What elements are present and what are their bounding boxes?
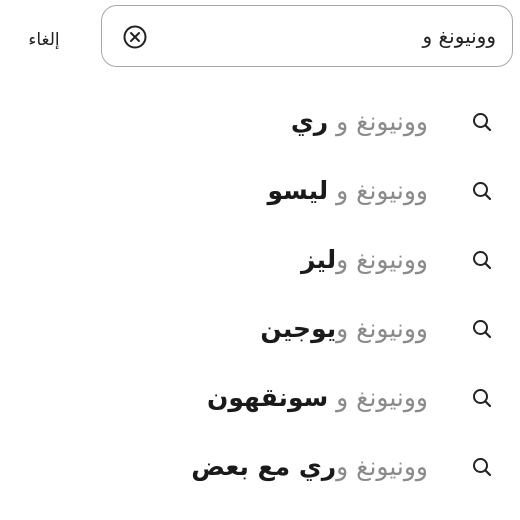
suggestion-prefix: وونيونغ و (336, 314, 428, 343)
suggestion-completion: ري (290, 107, 329, 136)
suggestion-text: وونيونغ و ليسو (267, 171, 428, 211)
suggestion-prefix: وونيونغ و (328, 383, 428, 412)
search-box[interactable] (101, 5, 513, 67)
suggestion-text: وونيونغ ويوجين (260, 309, 428, 349)
search-icon (470, 455, 494, 479)
suggestion-prefix: وونيونغ و (328, 176, 428, 205)
search-header: إلغاء (0, 0, 520, 82)
search-icon (470, 179, 494, 203)
suggestion-text: وونيونغ و سونقهون (207, 378, 428, 418)
suggestion-text: وونيونغ و ري (291, 102, 428, 142)
suggestion-completion: ري مع بعض (191, 452, 337, 481)
search-icon (470, 386, 494, 410)
suggestion-text: وونيونغ وليز (301, 240, 428, 280)
suggestion-item[interactable]: وونيونغ و ليسو (0, 157, 520, 226)
search-input[interactable] (166, 16, 496, 56)
suggestion-item[interactable]: وونيونغ و سونقهون (0, 364, 520, 433)
suggestion-text: وونيونغ وري مع بعض (191, 447, 428, 487)
suggestion-item[interactable]: وونيونغ وليز (0, 226, 520, 295)
suggestion-completion: يوجين (260, 314, 337, 343)
suggestion-prefix: وونيونغ و (336, 452, 428, 481)
search-icon (470, 317, 494, 341)
clear-icon[interactable] (122, 24, 148, 50)
suggestion-item[interactable]: وونيونغ و ري (0, 88, 520, 157)
suggestion-list: وونيونغ و ري وونيونغ و ليسو وونيونغ وليز… (0, 88, 520, 502)
suggestion-prefix: وونيونغ و (336, 245, 428, 274)
search-icon (470, 248, 494, 272)
suggestion-prefix: وونيونغ و (328, 107, 428, 136)
suggestion-item[interactable]: وونيونغ ويوجين (0, 295, 520, 364)
suggestion-completion: ليز (300, 245, 337, 274)
search-icon (470, 110, 494, 134)
suggestion-completion: سونقهون (207, 383, 329, 412)
cancel-button[interactable]: إلغاء (14, 24, 74, 56)
suggestion-item[interactable]: وونيونغ وري مع بعض (0, 433, 520, 502)
suggestion-completion: ليسو (267, 176, 329, 205)
